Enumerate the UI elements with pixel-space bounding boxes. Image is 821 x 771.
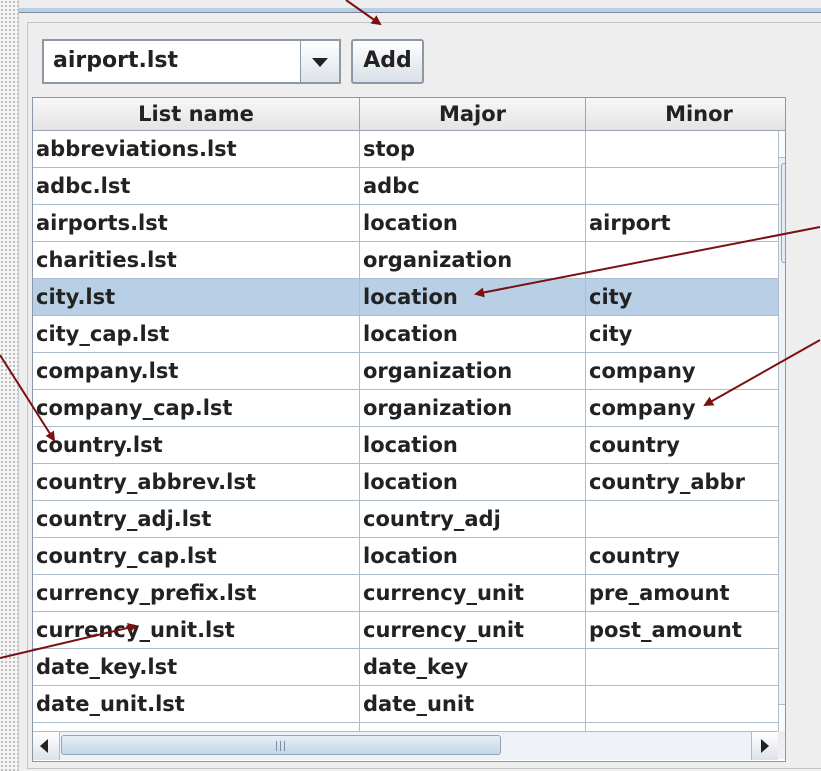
table-body: abbreviations.lst stop adbc.lst adbc airport… [33, 131, 778, 760]
vertical-scroll-thumb[interactable] [781, 163, 785, 263]
cell-minor[interactable]: city [586, 316, 778, 352]
cell-list-name[interactable]: adbc.lst [33, 168, 360, 204]
cell-list-name[interactable]: country_abbrev.lst [33, 464, 360, 500]
cell-list-name[interactable]: charities.lst [33, 242, 360, 278]
panel-title-bar [19, 8, 821, 13]
cell-major[interactable]: location [360, 538, 586, 574]
table-row[interactable]: country_adj.lst country_adj [33, 501, 778, 538]
cell-minor[interactable]: post_amount [586, 612, 778, 648]
cell-list-name[interactable]: country_cap.lst [33, 538, 360, 574]
column-header-major[interactable]: Major [360, 98, 586, 130]
cell-major[interactable]: organization [360, 390, 586, 426]
cell-list-name[interactable]: date_key.lst [33, 649, 360, 685]
table-row[interactable]: charities.lst organization [33, 242, 778, 279]
cell-major[interactable]: currency_unit [360, 575, 586, 611]
cell-list-name[interactable]: company.lst [33, 353, 360, 389]
cell-minor[interactable] [586, 242, 778, 278]
cell-minor[interactable] [586, 501, 778, 537]
scroll-up-button[interactable] [779, 131, 786, 158]
grip-line [284, 741, 285, 751]
arrow-up-icon [785, 139, 786, 147]
cell-list-name[interactable]: city_cap.lst [33, 316, 360, 352]
table-row[interactable]: country_abbrev.lst location country_abbr [33, 464, 778, 501]
cell-major[interactable]: location [360, 464, 586, 500]
cell-minor[interactable] [586, 686, 778, 722]
chevron-down-icon [312, 58, 328, 67]
cell-major[interactable]: currency_unit [360, 612, 586, 648]
grip-line [276, 741, 277, 751]
table-row[interactable]: city_cap.lst location city [33, 316, 778, 353]
scroll-left-button[interactable] [33, 732, 60, 760]
table-row[interactable]: date_unit.lst date_unit [33, 686, 778, 723]
table-row[interactable]: currency_unit.lst currency_unit post_amoun… [33, 612, 778, 649]
table-row[interactable]: airports.lst location airport [33, 205, 778, 242]
cell-list-name[interactable]: city.lst [33, 279, 360, 315]
table-row[interactable]: city.lst location city [33, 279, 778, 316]
cell-list-name[interactable]: country.lst [33, 427, 360, 463]
cell-minor[interactable]: pre_amount [586, 575, 778, 611]
scrollbar-corner [778, 731, 785, 759]
cell-major[interactable]: date_key [360, 649, 586, 685]
vertical-scrollbar[interactable] [778, 131, 786, 731]
cell-minor[interactable]: country [586, 427, 778, 463]
arrow-down-icon [785, 714, 786, 722]
add-button[interactable]: Add [351, 39, 424, 84]
cell-major[interactable]: stop [360, 131, 586, 167]
column-header-minor[interactable]: Minor [586, 98, 785, 130]
cell-minor[interactable]: country [586, 538, 778, 574]
table-row[interactable]: company.lst organization company [33, 353, 778, 390]
combobox-value: airport.lst [53, 48, 178, 73]
scroll-down-button[interactable] [779, 704, 786, 731]
cell-minor[interactable] [586, 649, 778, 685]
cell-list-name[interactable]: airports.lst [33, 205, 360, 241]
cell-major[interactable]: location [360, 427, 586, 463]
column-header-list-name[interactable]: List name [33, 98, 360, 130]
arrow-right-icon [761, 739, 769, 753]
cell-list-name[interactable]: abbreviations.lst [33, 131, 360, 167]
table-row[interactable]: country_cap.lst location country [33, 538, 778, 575]
cell-list-name[interactable]: currency_unit.lst [33, 612, 360, 648]
cell-list-name[interactable]: company_cap.lst [33, 390, 360, 426]
table-header: List name Major Minor [33, 98, 785, 131]
cell-major[interactable]: location [360, 279, 586, 315]
table-row[interactable]: currency_prefix.lst currency_unit pre_amou… [33, 575, 778, 612]
cell-major[interactable]: location [360, 205, 586, 241]
table-row[interactable]: date_key.lst date_key [33, 649, 778, 686]
cell-minor[interactable]: city [586, 279, 778, 315]
arrow-left-icon [40, 739, 48, 753]
cell-list-name[interactable]: country_adj.lst [33, 501, 360, 537]
table-row[interactable]: abbreviations.lst stop [33, 131, 778, 168]
horizontal-scrollbar[interactable] [33, 731, 778, 760]
cell-minor[interactable]: country_abbr [586, 464, 778, 500]
table-row[interactable]: country.lst location country [33, 427, 778, 464]
table-row[interactable]: company_cap.lst organization company [33, 390, 778, 427]
cell-minor[interactable] [586, 131, 778, 167]
dotted-margin [0, 0, 18, 771]
horizontal-scroll-thumb[interactable] [61, 735, 501, 755]
gazetteer-list-table: List name Major Minor abbreviations.lst s… [32, 97, 786, 762]
cell-major[interactable]: organization [360, 242, 586, 278]
grip-line [280, 741, 281, 751]
combobox-dropdown-button[interactable] [300, 41, 339, 82]
table-row[interactable]: adbc.lst adbc [33, 168, 778, 205]
cell-list-name[interactable]: date_unit.lst [33, 686, 360, 722]
cell-major[interactable]: organization [360, 353, 586, 389]
cell-minor[interactable] [586, 168, 778, 204]
cell-major[interactable]: location [360, 316, 586, 352]
cell-minor[interactable]: airport [586, 205, 778, 241]
cell-major[interactable]: country_adj [360, 501, 586, 537]
cell-list-name[interactable]: currency_prefix.lst [33, 575, 360, 611]
cell-minor[interactable]: company [586, 353, 778, 389]
cell-minor[interactable]: company [586, 390, 778, 426]
list-combobox[interactable]: airport.lst [42, 39, 341, 84]
cell-major[interactable]: adbc [360, 168, 586, 204]
scroll-right-button[interactable] [751, 732, 778, 760]
cell-major[interactable]: date_unit [360, 686, 586, 722]
